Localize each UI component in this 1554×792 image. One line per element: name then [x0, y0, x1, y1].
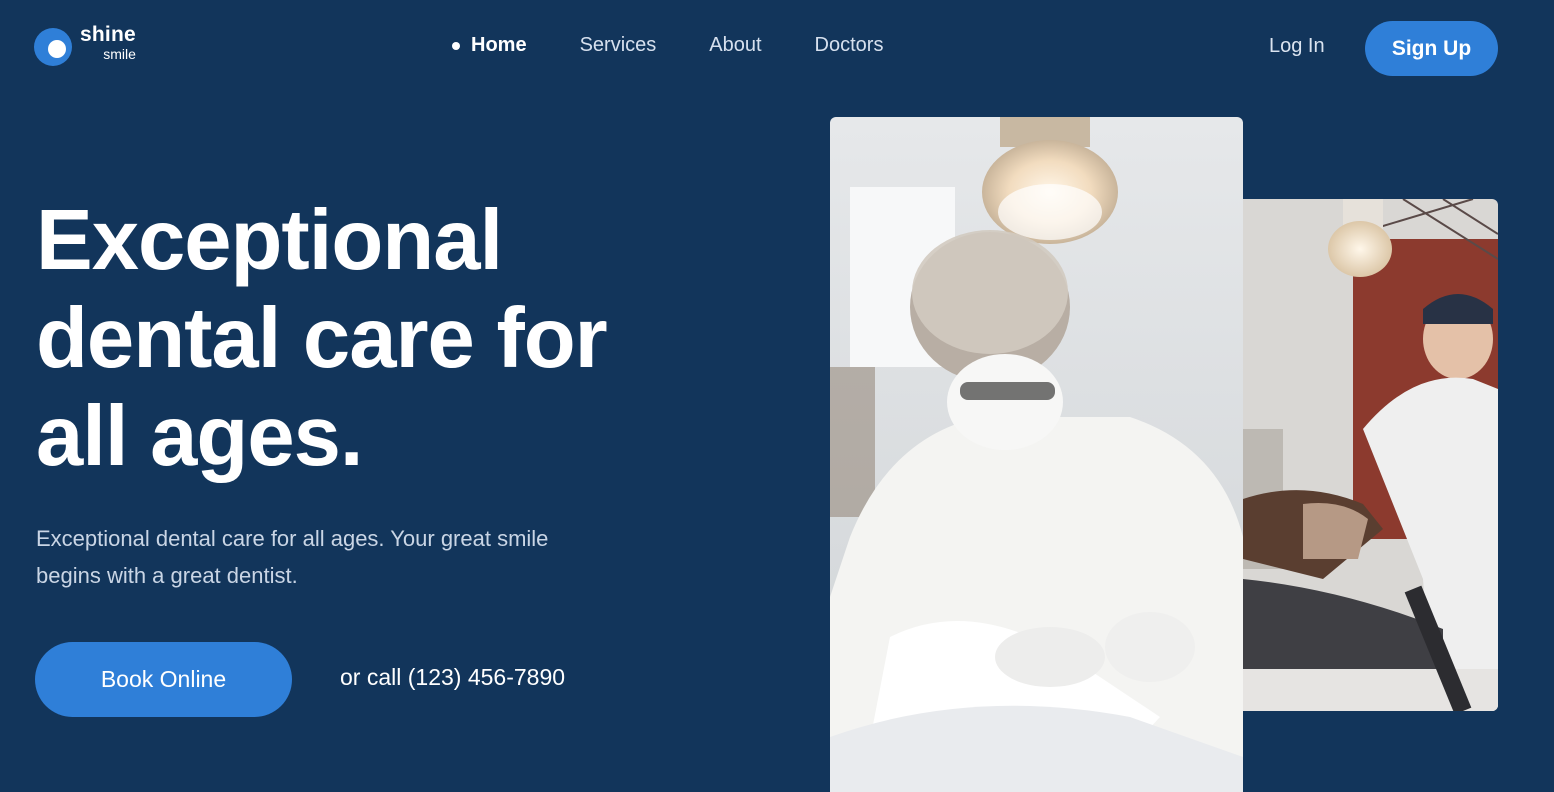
brand-logo[interactable]: shine smile	[34, 24, 136, 66]
hero-subtext: Exceptional dental care for all ages. Yo…	[36, 520, 656, 594]
login-link[interactable]: Log In	[1269, 35, 1325, 58]
nav-item-label: About	[709, 34, 762, 56]
nav-item-label: Doctors	[814, 34, 884, 56]
headline-line-1: Exceptional	[36, 193, 503, 288]
phone-link[interactable]: (123) 456-7890	[408, 664, 565, 690]
headline-line-2: dental care for	[36, 291, 608, 386]
logo-name-line1: shine	[80, 23, 136, 46]
logo-text: shine smile	[80, 24, 136, 61]
call-text: or call (123) 456-7890	[340, 664, 565, 691]
photo-dentist-surgery	[830, 117, 1243, 792]
nav-item-home[interactable]: Home	[452, 34, 527, 57]
subtext-line-2: begins with a great dentist.	[36, 563, 298, 588]
nav-item-label: Services	[579, 34, 657, 56]
nav-item-label: Home	[471, 34, 527, 56]
logo-mark-icon	[34, 28, 72, 66]
main-nav: Home Services About Doctors	[452, 34, 936, 57]
hero-headline: Exceptional dental care for all ages.	[36, 192, 736, 486]
active-bullet-icon	[452, 41, 460, 50]
subtext-line-1: Exceptional dental care for all ages. Yo…	[36, 526, 549, 551]
call-prefix: or call	[340, 664, 402, 690]
nav-item-services[interactable]: Services	[580, 34, 657, 57]
nav-item-doctors[interactable]: Doctors	[815, 34, 884, 57]
signup-button[interactable]: Sign Up	[1365, 21, 1498, 76]
headline-line-3: all ages.	[36, 389, 363, 484]
nav-item-about[interactable]: About	[709, 34, 761, 57]
photo-dentist-patient	[1243, 199, 1498, 711]
logo-name-line2: smile	[103, 46, 136, 62]
book-online-button[interactable]: Book Online	[35, 642, 292, 717]
